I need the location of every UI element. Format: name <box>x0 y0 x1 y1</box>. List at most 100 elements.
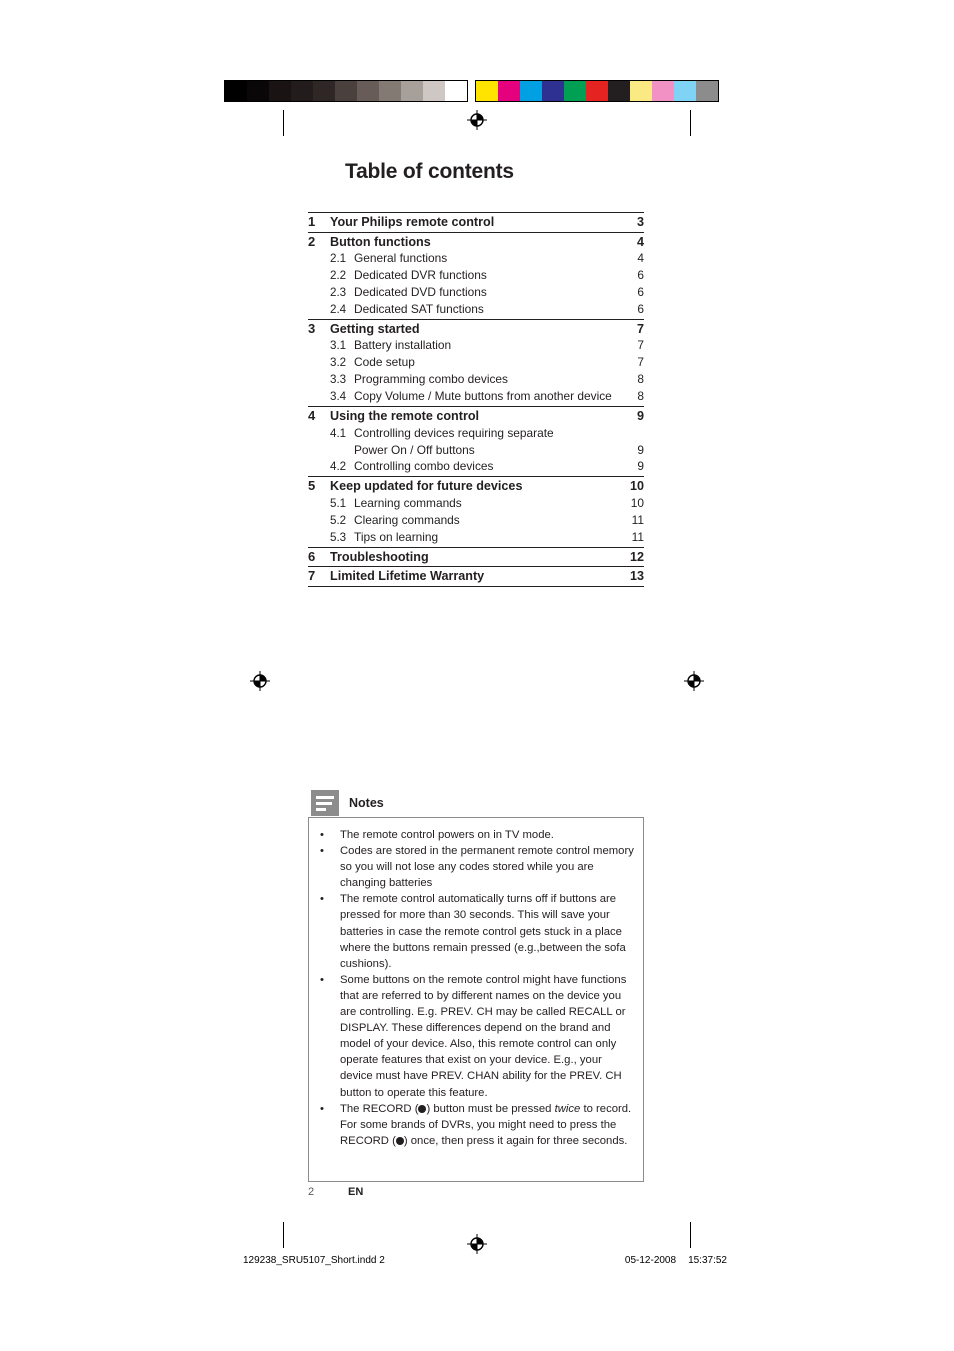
toc-entry[interactable]: 7 Limited Lifetime Warranty 13 <box>308 566 644 587</box>
toc-entry[interactable]: Power On / Off buttons 9 <box>308 443 644 460</box>
grayscale-swatch-0 <box>225 81 247 101</box>
toc-entry[interactable]: 1 Your Philips remote control 3 <box>308 212 644 232</box>
toc-entry[interactable]: 3.4 Copy Volume / Mute buttons from anoth… <box>308 389 644 406</box>
note-text: Codes are stored in the permanent remote… <box>340 845 634 890</box>
grayscale-swatch-1 <box>247 81 269 101</box>
toc-entry-label: Using the remote control <box>330 409 480 424</box>
toc-entry[interactable]: 5.3 Tips on learning 11 <box>308 530 644 547</box>
toc-entry-page: 9 <box>636 409 644 424</box>
crop-mark-bottom-right <box>690 1222 691 1248</box>
toc-entry-page: 8 <box>637 389 644 404</box>
notes-box: • The remote control powers on in TV mode… <box>308 817 644 1182</box>
crop-mark-top-right <box>690 110 691 136</box>
print-footer-filename: 129238_SRU5107_Short.indd 2 <box>243 1255 385 1266</box>
print-filename: 129238_SRU5107_Short.indd <box>243 1255 377 1266</box>
toc-entry-page: 11 <box>631 512 644 527</box>
color-swatch-1 <box>498 81 520 101</box>
toc-entry[interactable]: 3.1 Battery installation 7 <box>308 338 644 355</box>
toc-entry-label: Getting started <box>330 321 420 336</box>
toc-entry[interactable]: 5.1 Learning commands 10 <box>308 496 644 513</box>
notes-header: Notes <box>311 790 384 816</box>
toc-entry[interactable]: 5.2 Clearing commands 11 <box>308 513 644 530</box>
toc-entry-label: Your Philips remote control <box>330 215 495 229</box>
crop-mark-bottom-left <box>283 1222 284 1248</box>
registration-mark-top <box>467 110 487 130</box>
toc-entry[interactable]: 2.1 General functions 4 <box>308 251 644 268</box>
toc-entry-label: Dedicated DVD functions <box>354 285 487 299</box>
note-text: The remote control powers on in TV mode. <box>340 829 554 841</box>
toc-entry[interactable]: 2.4 Dedicated SAT functions 6 <box>308 302 644 319</box>
print-calibration-strip <box>224 80 719 102</box>
grayscale-swatch-8 <box>401 81 423 101</box>
note-bullet-icon: • <box>320 973 324 986</box>
toc-entry-number: 3 <box>308 320 316 336</box>
toc-entry[interactable]: 3.3 Programming combo devices 8 <box>308 372 644 389</box>
toc-entry-subnumber: 2.4 <box>330 302 347 316</box>
toc-entry[interactable]: 6 Troubleshooting 12 <box>308 546 644 567</box>
toc-entry-label: Copy Volume / Mute buttons from another … <box>354 389 612 404</box>
toc-entry[interactable]: 2.3 Dedicated DVD functions 6 <box>308 285 644 302</box>
toc-entry-subnumber: 2.3 <box>330 286 347 299</box>
toc-entry-label: Tips on learning <box>354 529 439 544</box>
toc-entry-label: Controlling devices requiring separate <box>354 425 554 440</box>
toc-entry[interactable]: 4.1 Controlling devices requiring separat… <box>308 426 644 443</box>
note-bullet-icon: • <box>320 829 324 841</box>
toc-entry-page: 7 <box>637 355 644 370</box>
toc-entry-subnumber: 4.2 <box>330 460 347 474</box>
toc-entry-page: 7 <box>637 338 644 353</box>
note-emphasis: twice <box>554 1102 581 1115</box>
grayscale-swatch-group <box>224 80 468 102</box>
toc-entry-subnumber: 3.3 <box>330 373 347 387</box>
note-item: • The RECORD () button must be pressed tw… <box>317 1101 635 1149</box>
toc-entry-subnumber: 2.1 <box>330 252 347 266</box>
toc-entry-subnumber: 3.1 <box>330 339 347 353</box>
note-bullet-icon: • <box>320 1102 324 1115</box>
registration-mark-left <box>250 671 270 691</box>
note-text: Some buttons on the remote control might… <box>340 973 627 1099</box>
record-dot-icon <box>418 1104 427 1113</box>
note-item: • The remote control powers on in TV mode… <box>317 827 635 843</box>
grayscale-swatch-3 <box>291 81 313 101</box>
toc-entry-number: 5 <box>308 478 316 494</box>
toc-entry-page: 4 <box>636 234 644 249</box>
notes-title: Notes <box>349 796 384 810</box>
color-swatch-8 <box>652 81 674 101</box>
registration-mark-bottom <box>467 1234 487 1254</box>
toc-entry-page: 6 <box>637 268 644 283</box>
toc-entry[interactable]: 2 Button functions 4 <box>308 231 644 252</box>
toc-entry-label: Clearing commands <box>354 512 460 527</box>
note-text: The remote control automatically turns o… <box>340 893 626 970</box>
toc-entry-number: 7 <box>308 568 316 584</box>
toc-entry-subnumber: 4.1 <box>330 426 347 440</box>
toc-entry-label: Dedicated SAT functions <box>354 301 484 316</box>
grayscale-swatch-4 <box>313 81 335 101</box>
toc-entry-label: Controlling combo devices <box>354 459 494 474</box>
toc-entry[interactable]: 5 Keep updated for future devices 10 <box>308 476 644 496</box>
note-bullet-icon: • <box>320 845 324 858</box>
page-footer: 2 EN <box>308 1186 363 1198</box>
toc-entry[interactable]: 3 Getting started 7 <box>308 318 644 339</box>
toc-entry-page: 6 <box>637 301 644 316</box>
toc-entry-label: Battery installation <box>354 338 452 353</box>
toc-entry-page: 10 <box>630 495 644 510</box>
toc-entry-number: 2 <box>308 233 316 249</box>
grayscale-swatch-9 <box>423 81 445 101</box>
color-swatch-0 <box>476 81 498 101</box>
note-bullet-icon: • <box>320 893 324 906</box>
toc-entry-page: 7 <box>636 321 644 336</box>
toc-entry-page: 6 <box>637 285 644 299</box>
toc-entry[interactable]: 3.2 Code setup 7 <box>308 355 644 372</box>
print-sheet-number: 2 <box>379 1255 385 1266</box>
toc-entry-label: Keep updated for future devices <box>330 479 523 494</box>
toc-entry[interactable]: 2.2 Dedicated DVR functions 6 <box>308 268 644 285</box>
crop-mark-top-left <box>283 110 284 136</box>
registration-mark-right <box>684 671 704 691</box>
toc-entry-subnumber: 3.4 <box>330 390 347 404</box>
grayscale-swatch-2 <box>269 81 291 101</box>
toc-entry[interactable]: 4 Using the remote control 9 <box>308 406 644 426</box>
toc-entry[interactable]: 4.2 Controlling combo devices 9 <box>308 459 644 476</box>
print-footer-timestamp: 05-12-2008 15:37:52 <box>625 1255 727 1266</box>
language-code: EN <box>348 1186 364 1198</box>
toc-entry-label: Learning commands <box>354 495 462 510</box>
print-date: 05-12-2008 <box>624 1255 677 1266</box>
